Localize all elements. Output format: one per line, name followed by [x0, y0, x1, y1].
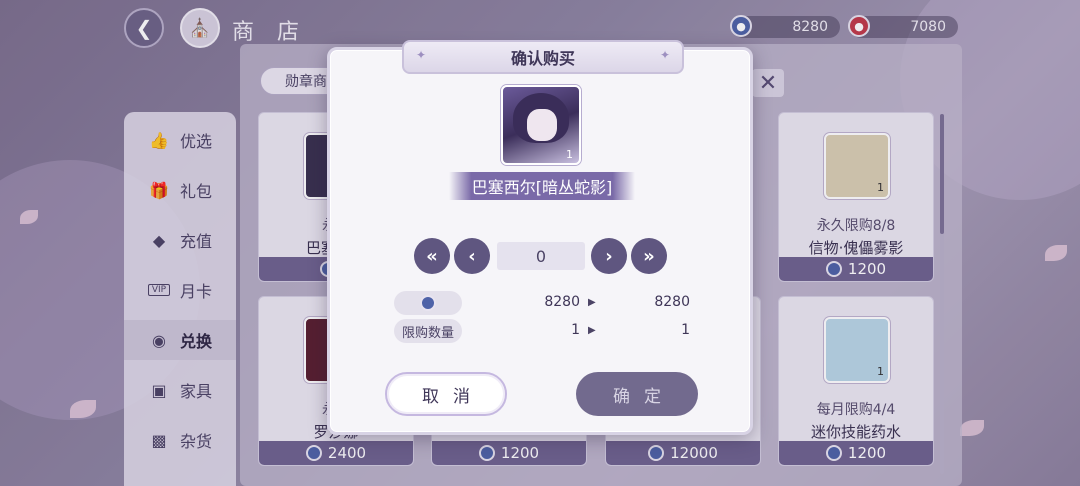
currency-before: 8280: [544, 294, 580, 310]
sparkle-icon: ✦: [659, 48, 670, 62]
currency-row-label: [394, 291, 462, 315]
limit-after: 1: [681, 322, 690, 338]
limit-row-label: 限购数量: [394, 319, 462, 343]
dialog-title: 确认购买: [510, 49, 575, 68]
item-name-banner: 巴塞西尔[暗丛蛇影]: [449, 172, 635, 200]
item-portrait: 1: [501, 85, 581, 165]
purchase-confirm-dialog: ✦ 确认购买 ✦ 1 巴塞西尔[暗丛蛇影] « ‹ 0 › » 8280 ▶ 8…: [327, 40, 753, 435]
arrow-right-icon: ▶: [588, 297, 596, 308]
cancel-button[interactable]: 取消: [385, 372, 507, 416]
chevron-left-icon: ‹: [468, 245, 476, 267]
limit-before: 1: [571, 322, 580, 338]
max-quantity-button[interactable]: »: [631, 238, 667, 274]
character-face: [527, 109, 557, 141]
currency-after: 8280: [654, 294, 690, 310]
min-quantity-button[interactable]: «: [414, 238, 450, 274]
sparkle-icon: ✦: [416, 48, 427, 62]
item-count: 1: [566, 148, 573, 161]
quantity-input[interactable]: 0: [497, 242, 585, 270]
arrow-right-icon: ▶: [588, 325, 596, 336]
chevron-right-icon: ›: [605, 245, 613, 267]
increase-quantity-button[interactable]: ›: [591, 238, 627, 274]
dialog-title-bar: ✦ 确认购买 ✦: [402, 40, 684, 74]
double-chevron-left-icon: «: [426, 245, 438, 267]
blue-coin-icon: [420, 295, 436, 311]
decrease-quantity-button[interactable]: ‹: [454, 238, 490, 274]
double-chevron-right-icon: »: [643, 245, 655, 267]
confirm-button[interactable]: 确定: [576, 372, 698, 416]
